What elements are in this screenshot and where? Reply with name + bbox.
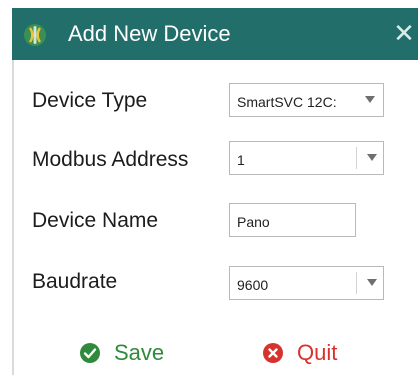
add-device-dialog: Add New Device ✕ Device Type SmartSVC 12… [0, 0, 418, 375]
combo-separator [356, 272, 357, 294]
quit-label: Quit [297, 340, 338, 365]
dialog-title: Add New Device [68, 21, 231, 46]
device-type-value: SmartSVC 12C: [237, 94, 337, 110]
device-type-label: Device Type [32, 89, 148, 112]
combo-separator [356, 147, 357, 169]
chevron-down-icon[interactable] [367, 279, 377, 286]
modbus-address-label: Modbus Address [32, 148, 189, 171]
device-type-dropdown[interactable]: SmartSVC 12C: [229, 83, 384, 117]
chevron-down-icon[interactable] [367, 154, 377, 161]
device-name-field[interactable]: Pano [229, 203, 356, 237]
device-app-icon [24, 24, 46, 46]
title-bar: Add New Device ✕ [12, 8, 418, 60]
baudrate-combo[interactable]: 9600 [229, 266, 384, 300]
save-label: Save [114, 340, 165, 365]
baudrate-value: 9600 [237, 277, 269, 293]
baudrate-label: Baudrate [32, 270, 118, 293]
modbus-address-combo[interactable]: 1 [229, 141, 384, 175]
x-circle-icon [263, 343, 283, 363]
quit-button[interactable]: Quit [263, 338, 363, 368]
close-button[interactable]: ✕ [392, 18, 416, 48]
save-button[interactable]: Save [80, 338, 190, 368]
device-name-value: Pano [237, 214, 270, 230]
modbus-address-value: 1 [237, 152, 245, 168]
check-circle-icon [80, 343, 100, 363]
device-name-label: Device Name [32, 209, 159, 232]
dialog-border [12, 60, 14, 375]
chevron-down-icon[interactable] [365, 96, 375, 103]
